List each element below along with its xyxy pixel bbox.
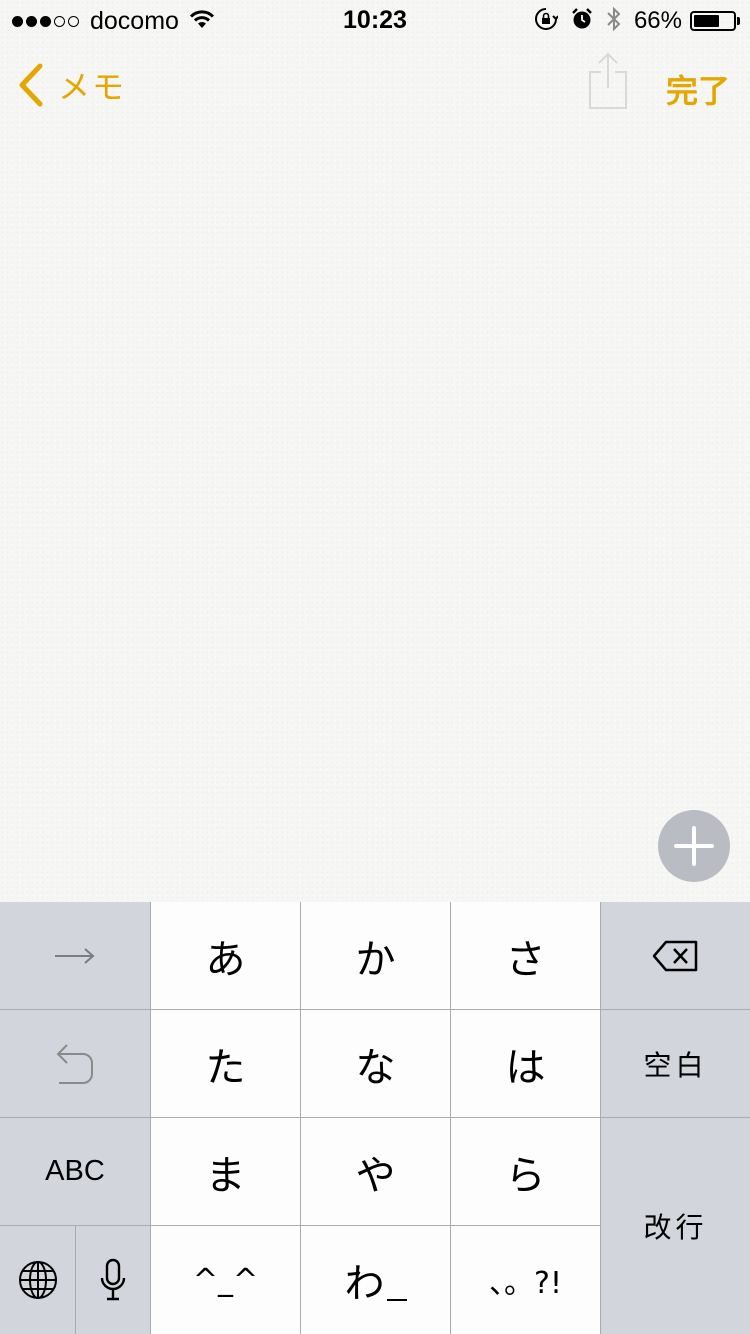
punctuation-key[interactable]: 、。?! [451,1226,601,1334]
share-button[interactable] [586,52,630,115]
undo-icon [56,1043,93,1084]
key-ka[interactable]: か [301,902,451,1010]
plus-icon [674,826,714,866]
back-button[interactable]: メモ [18,62,126,108]
chevron-left-icon [19,63,43,107]
key-ra[interactable]: ら [451,1118,601,1226]
microphone-key[interactable] [76,1226,151,1334]
key-na[interactable]: な [301,1010,451,1118]
add-button[interactable] [658,810,730,882]
battery-icon [690,11,736,31]
back-label: メモ [58,69,127,105]
globe-icon [18,1261,57,1299]
bluetooth-icon [606,6,634,37]
undo-key[interactable] [0,1010,151,1118]
battery-percent: 66% [633,7,682,34]
abc-key[interactable]: ABC [0,1118,151,1226]
japanese-flick-keyboard: あ か さ た な は 空白 ABC ま や ら 改行 ^_^ わ 、。?! [0,902,750,1334]
key-sa[interactable]: さ [451,902,601,1010]
key-ma[interactable]: ま [151,1118,301,1226]
status-right: 66% [534,6,740,36]
next-candidate-key[interactable] [0,902,151,1010]
key-ya[interactable]: や [301,1118,451,1226]
alarm-icon [570,7,606,36]
key-a[interactable]: あ [151,902,301,1010]
arrow-right-icon [55,947,95,964]
key-ta[interactable]: た [151,1010,301,1118]
done-button[interactable]: 完了 [666,66,730,112]
key-wa-label: わ [344,1261,385,1307]
microphone-icon [100,1258,126,1301]
small-kana-underscore [386,1299,407,1301]
key-ha[interactable]: は [451,1010,601,1118]
emoticon-key[interactable]: ^_^ [151,1226,301,1334]
orientation-lock-icon [534,7,570,36]
share-icon [589,52,627,109]
space-key[interactable]: 空白 [601,1010,750,1118]
status-bar: docomo 10:23 66% [0,0,750,40]
delete-key[interactable] [601,902,750,1010]
battery-cap [737,17,740,25]
globe-key[interactable] [0,1226,76,1334]
battery-level [694,15,720,27]
return-key[interactable]: 改行 [601,1118,750,1334]
navigation-bar: メモ 完了 [0,40,750,128]
key-wa[interactable]: わ [301,1226,451,1334]
note-paper[interactable] [0,0,750,902]
delete-icon [652,940,697,971]
